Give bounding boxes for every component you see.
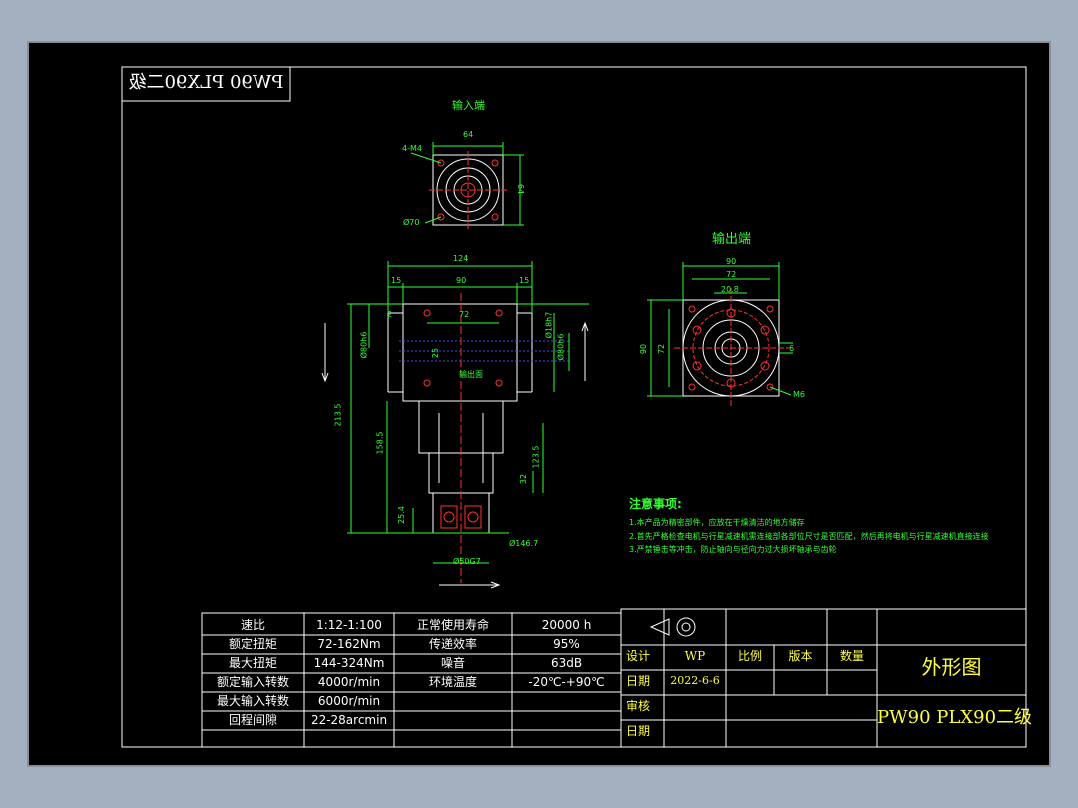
front-small-dim: 2 (387, 310, 393, 319)
spec-key: 环境温度 (428, 675, 477, 689)
output-key-dim: 6 (789, 344, 795, 353)
front-body-h-dim: 158.5 (375, 431, 385, 455)
front-total-h-dim: 213.5 (333, 403, 343, 427)
spec-key: 额定输入转数 (216, 675, 289, 689)
front-motor-pilot-dim: Ø50G7 (453, 557, 481, 566)
output-end-view (647, 262, 793, 407)
review-label: 审核 (626, 699, 651, 713)
output-overall-dim: 90 (726, 257, 737, 266)
qty-label: 数量 (839, 649, 864, 663)
note-item-1: 1.本产品为精密部件，应放在干燥清洁的地方储存 (629, 518, 805, 527)
drawing-sheet: PW90 PLX90二级 输入端 输出端 64 64 4-M4 Ø70 124 … (27, 41, 1051, 767)
output-height-dim: 90 (639, 343, 649, 355)
spec-value: 1:12-1:100 (316, 618, 382, 632)
front-shaft-dim: Ø18h7 (544, 311, 554, 339)
spec-key: 最大扭矩 (228, 656, 277, 670)
front-mount-face: 输出面 (459, 370, 483, 379)
spec-value: 20000 h (541, 618, 592, 632)
front-motor-pcd-dim: Ø146.7 (509, 539, 539, 548)
input-height-dim: 64 (516, 183, 526, 195)
front-right-margin-dim: 15 (519, 276, 530, 285)
front-motor-h-dim: 123.5 (531, 445, 541, 469)
spec-value: 22-28arcmin (310, 713, 388, 727)
date2-label: 日期 (626, 724, 651, 738)
spec-key: 额定扭矩 (228, 637, 277, 651)
scale-label: 比例 (737, 649, 762, 663)
spec-value: 6000r/min (317, 694, 381, 708)
spec-key: 噪音 (440, 656, 465, 670)
spec-value: 144-324Nm (313, 656, 385, 670)
input-pcd-dim: Ø70 (403, 218, 420, 227)
output-end-label: 输出端 (712, 232, 752, 247)
output-pcd-dim: 72 (726, 270, 737, 279)
version-label: 版本 (788, 649, 813, 663)
input-hole-dim: 4-M4 (402, 144, 422, 153)
input-end-view (410, 142, 524, 229)
front-view (321, 261, 589, 589)
design-value: WP (684, 649, 706, 663)
front-flange-dim: 32 (519, 473, 529, 485)
front-overall-dim: 124 (453, 254, 469, 263)
spec-key: 最大输入转数 (216, 694, 289, 708)
input-width-dim: 64 (463, 130, 474, 139)
spec-key: 传递效率 (428, 637, 477, 651)
front-pilot2-dim: Ø80h6 (556, 333, 566, 361)
spec-value: 63dB (550, 656, 583, 670)
spec-value: 4000r/min (317, 675, 381, 689)
note-item-3: 3.严禁锤击等冲击，防止轴向与径向力过大损坏轴承与齿轮 (629, 545, 837, 554)
output-key-w-dim: 20.8 (721, 285, 739, 294)
spec-key: 速比 (240, 618, 265, 632)
input-end-label: 输入端 (452, 99, 485, 112)
front-bottom-dim: 25.4 (396, 506, 406, 524)
front-left-margin-dim: 15 (391, 276, 402, 285)
output-height2-dim: 72 (657, 343, 667, 355)
front-bolt-span-dim: 72 (459, 310, 470, 319)
front-center-dim: 90 (456, 276, 467, 285)
drawing-name: 外形图 (921, 655, 982, 679)
output-thread-dim: M6 (793, 390, 805, 399)
spec-value: 95% (553, 637, 580, 651)
note-item-2: 2.首先严格检查电机与行星减速机需连接部各部位尺寸是否匹配，然后再将电机与行星减… (629, 532, 989, 541)
spec-key: 正常使用寿命 (416, 618, 489, 632)
design-label: 设计 (626, 649, 651, 663)
front-pilot-dim: Ø80h6 (359, 331, 369, 359)
date-label: 日期 (626, 674, 651, 688)
spec-key: 回程间隙 (228, 713, 277, 727)
date-value: 2022-6-6 (670, 674, 720, 687)
notes-title: 注意事项: (629, 497, 682, 511)
spec-value: -20℃-+90℃ (528, 675, 605, 689)
model-name: PW90 PLX90二级 (877, 707, 1033, 728)
front-key-dim: 25 (431, 347, 441, 359)
corner-title: PW90 PLX90二级 (128, 72, 284, 93)
spec-value: 72-162Nm (317, 637, 381, 651)
